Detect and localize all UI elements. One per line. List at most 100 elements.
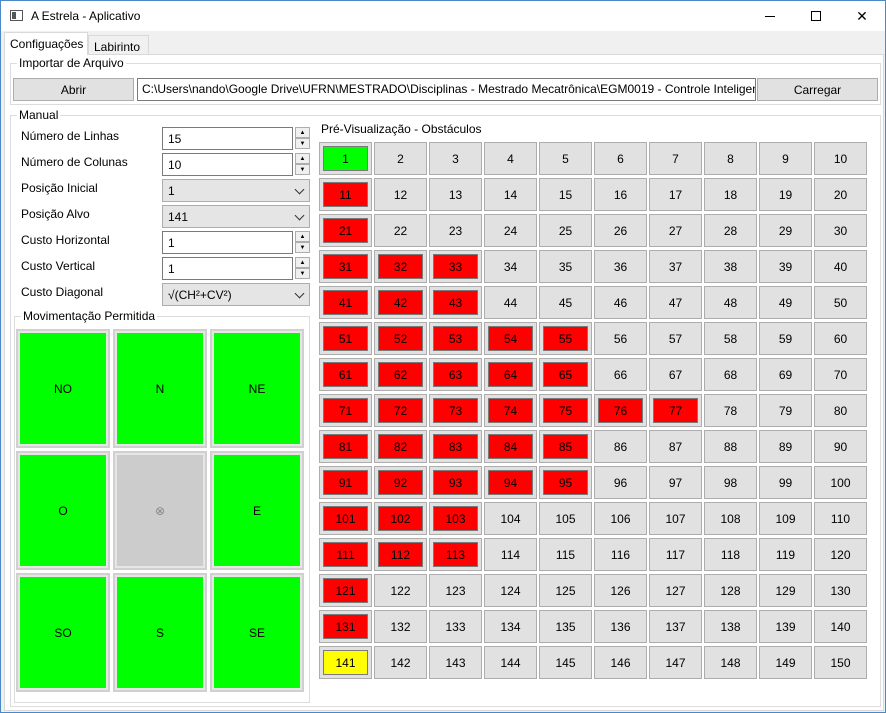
- grid-cell[interactable]: 127: [649, 574, 702, 607]
- target-position-select[interactable]: 141: [162, 205, 310, 228]
- hcost-up-icon[interactable]: ▲: [295, 231, 310, 242]
- grid-cell[interactable]: 92: [374, 466, 427, 499]
- grid-cell[interactable]: 63: [429, 358, 482, 391]
- grid-cell[interactable]: 142: [374, 646, 427, 679]
- grid-cell[interactable]: 67: [649, 358, 702, 391]
- grid-cell[interactable]: 140: [814, 610, 867, 643]
- grid-cell[interactable]: 48: [704, 286, 757, 319]
- grid-cell[interactable]: 106: [594, 502, 647, 535]
- grid-cell[interactable]: 72: [374, 394, 427, 427]
- grid-cell[interactable]: 62: [374, 358, 427, 391]
- open-file-button[interactable]: Abrir: [13, 78, 134, 101]
- grid-cell[interactable]: 105: [539, 502, 592, 535]
- grid-cell[interactable]: 32: [374, 250, 427, 283]
- grid-cell[interactable]: 17: [649, 178, 702, 211]
- grid-cell[interactable]: 38: [704, 250, 757, 283]
- grid-cell[interactable]: 29: [759, 214, 812, 247]
- grid-cell[interactable]: 4: [484, 142, 537, 175]
- grid-cell[interactable]: 87: [649, 430, 702, 463]
- move-button-e[interactable]: E: [210, 451, 304, 570]
- grid-cell[interactable]: 34: [484, 250, 537, 283]
- grid-cell[interactable]: 141: [319, 646, 372, 679]
- move-button-n[interactable]: N: [113, 329, 207, 448]
- grid-cell[interactable]: 42: [374, 286, 427, 319]
- grid-cell[interactable]: 112: [374, 538, 427, 571]
- grid-cell[interactable]: 114: [484, 538, 537, 571]
- grid-cell[interactable]: 135: [539, 610, 592, 643]
- hcost-stepper[interactable]: 1: [162, 231, 293, 254]
- grid-cell[interactable]: 10: [814, 142, 867, 175]
- grid-cell[interactable]: 20: [814, 178, 867, 211]
- grid-cell[interactable]: 134: [484, 610, 537, 643]
- grid-cell[interactable]: 27: [649, 214, 702, 247]
- grid-cell[interactable]: 144: [484, 646, 537, 679]
- grid-cell[interactable]: 111: [319, 538, 372, 571]
- grid-cell[interactable]: 110: [814, 502, 867, 535]
- grid-cell[interactable]: 116: [594, 538, 647, 571]
- grid-cell[interactable]: 145: [539, 646, 592, 679]
- move-button-s[interactable]: S: [113, 573, 207, 692]
- grid-cell[interactable]: 94: [484, 466, 537, 499]
- grid-cell[interactable]: 46: [594, 286, 647, 319]
- grid-cell[interactable]: 103: [429, 502, 482, 535]
- grid-cell[interactable]: 80: [814, 394, 867, 427]
- cols-stepper[interactable]: 10: [162, 153, 293, 176]
- grid-cell[interactable]: 128: [704, 574, 757, 607]
- rows-up-icon[interactable]: ▲: [295, 127, 310, 138]
- grid-cell[interactable]: 58: [704, 322, 757, 355]
- grid-cell[interactable]: 109: [759, 502, 812, 535]
- grid-cell[interactable]: 96: [594, 466, 647, 499]
- hcost-down-icon[interactable]: ▼: [295, 242, 310, 253]
- grid-cell[interactable]: 149: [759, 646, 812, 679]
- grid-cell[interactable]: 3: [429, 142, 482, 175]
- grid-cell[interactable]: 26: [594, 214, 647, 247]
- grid-cell[interactable]: 35: [539, 250, 592, 283]
- close-button[interactable]: ✕: [839, 1, 885, 31]
- grid-cell[interactable]: 14: [484, 178, 537, 211]
- grid-cell[interactable]: 11: [319, 178, 372, 211]
- grid-cell[interactable]: 115: [539, 538, 592, 571]
- grid-cell[interactable]: 44: [484, 286, 537, 319]
- grid-cell[interactable]: 77: [649, 394, 702, 427]
- grid-cell[interactable]: 102: [374, 502, 427, 535]
- grid-cell[interactable]: 79: [759, 394, 812, 427]
- grid-cell[interactable]: 40: [814, 250, 867, 283]
- grid-cell[interactable]: 124: [484, 574, 537, 607]
- grid-cell[interactable]: 31: [319, 250, 372, 283]
- grid-cell[interactable]: 54: [484, 322, 537, 355]
- rows-stepper[interactable]: 15: [162, 127, 293, 150]
- grid-cell[interactable]: 18: [704, 178, 757, 211]
- grid-cell[interactable]: 22: [374, 214, 427, 247]
- grid-cell[interactable]: 1: [319, 142, 372, 175]
- grid-cell[interactable]: 6: [594, 142, 647, 175]
- grid-cell[interactable]: 70: [814, 358, 867, 391]
- grid-cell[interactable]: 74: [484, 394, 537, 427]
- rows-down-icon[interactable]: ▼: [295, 138, 310, 149]
- grid-cell[interactable]: 118: [704, 538, 757, 571]
- grid-cell[interactable]: 99: [759, 466, 812, 499]
- start-position-select[interactable]: 1: [162, 179, 310, 202]
- grid-cell[interactable]: 113: [429, 538, 482, 571]
- grid-cell[interactable]: 95: [539, 466, 592, 499]
- grid-cell[interactable]: 8: [704, 142, 757, 175]
- grid-cell[interactable]: 129: [759, 574, 812, 607]
- grid-cell[interactable]: 15: [539, 178, 592, 211]
- move-button-center[interactable]: ⊗: [113, 451, 207, 570]
- grid-cell[interactable]: 39: [759, 250, 812, 283]
- grid-cell[interactable]: 55: [539, 322, 592, 355]
- grid-cell[interactable]: 84: [484, 430, 537, 463]
- grid-cell[interactable]: 98: [704, 466, 757, 499]
- grid-cell[interactable]: 100: [814, 466, 867, 499]
- grid-cell[interactable]: 88: [704, 430, 757, 463]
- grid-cell[interactable]: 66: [594, 358, 647, 391]
- cols-down-icon[interactable]: ▼: [295, 164, 310, 175]
- grid-cell[interactable]: 78: [704, 394, 757, 427]
- grid-cell[interactable]: 5: [539, 142, 592, 175]
- grid-cell[interactable]: 50: [814, 286, 867, 319]
- grid-cell[interactable]: 104: [484, 502, 537, 535]
- grid-cell[interactable]: 69: [759, 358, 812, 391]
- grid-cell[interactable]: 90: [814, 430, 867, 463]
- grid-cell[interactable]: 47: [649, 286, 702, 319]
- grid-cell[interactable]: 91: [319, 466, 372, 499]
- grid-cell[interactable]: 76: [594, 394, 647, 427]
